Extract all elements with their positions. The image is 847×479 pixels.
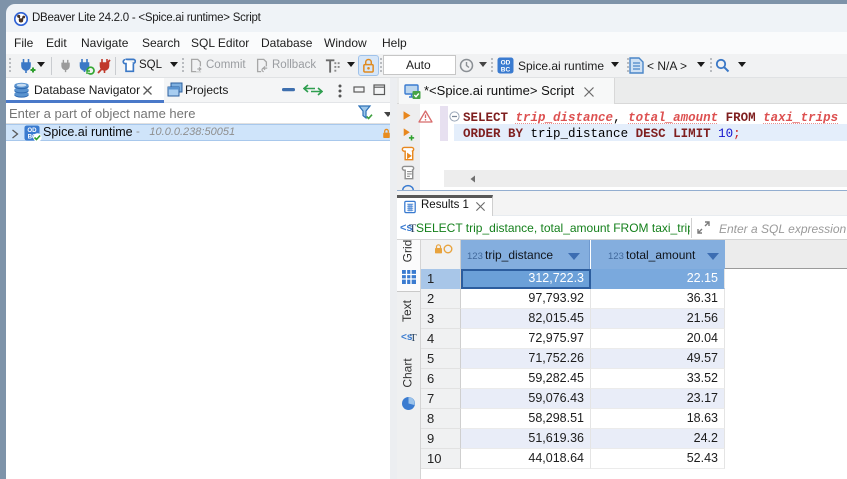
svg-text:OD: OD [501,60,511,67]
svg-text:T: T [410,332,417,344]
svg-text:BC: BC [501,67,511,74]
